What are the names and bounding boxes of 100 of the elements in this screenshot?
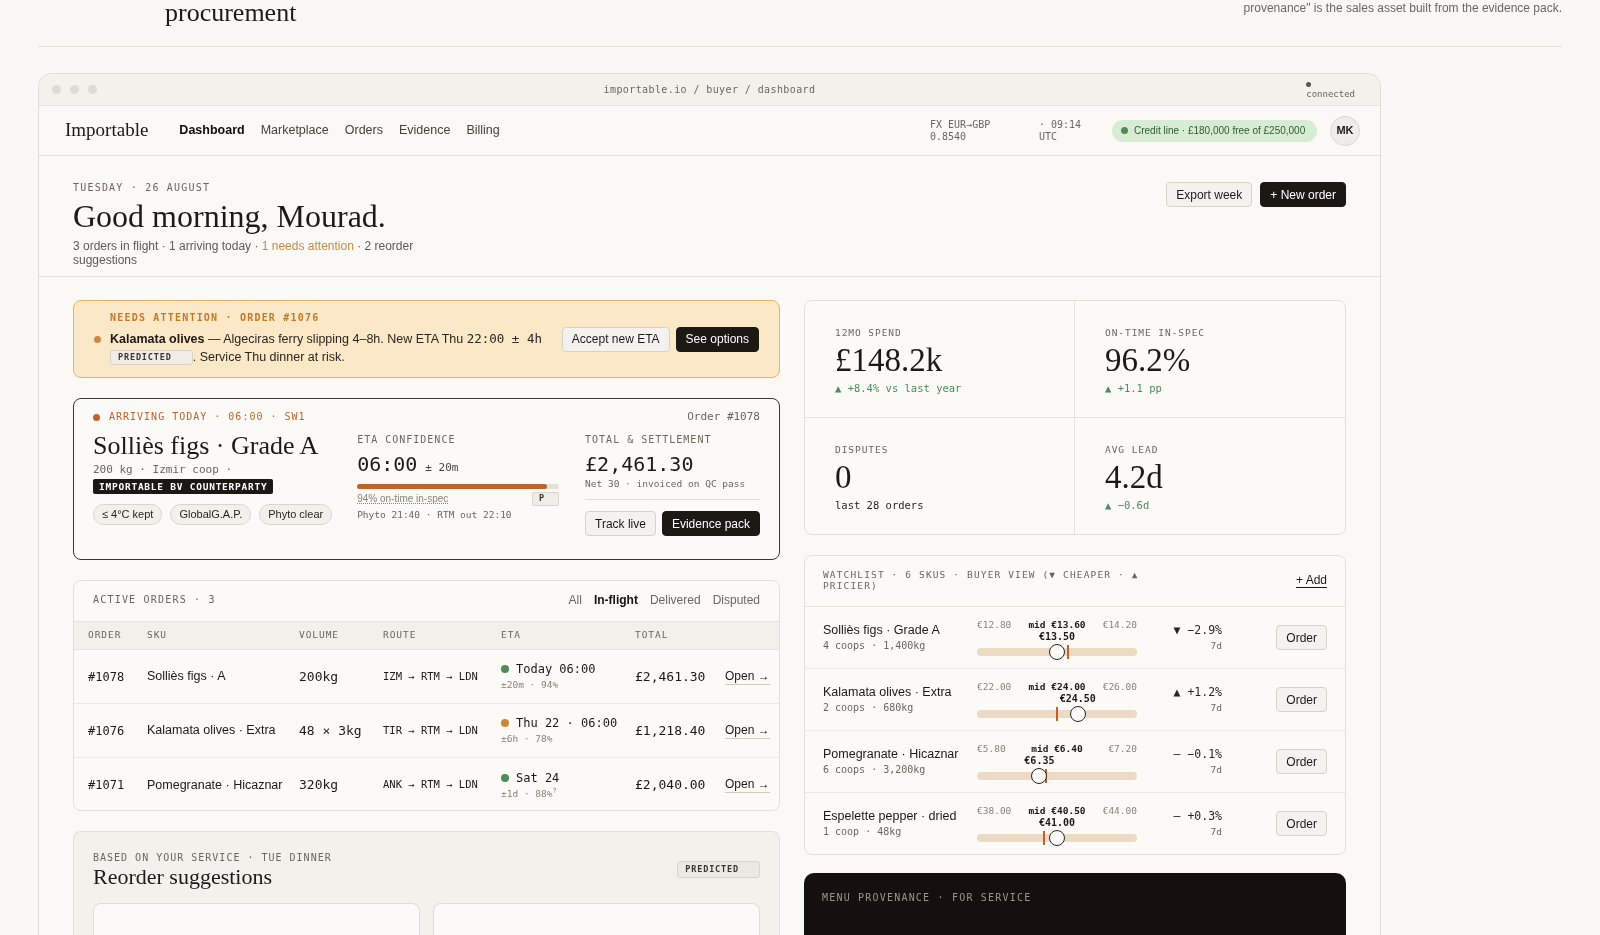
user-avatar[interactable]: MK bbox=[1330, 115, 1360, 146]
slider-thumb[interactable] bbox=[1069, 706, 1086, 722]
slider-thumb[interactable] bbox=[1049, 644, 1065, 660]
price-change: ▲ +1.2% bbox=[1173, 685, 1222, 699]
price-max: €14.20 bbox=[1102, 619, 1137, 630]
current-price: €24.50 bbox=[1059, 693, 1096, 705]
fx-rate: FX EUR→GBP 0.8540 bbox=[930, 118, 992, 143]
table-cell-text: #1071 bbox=[87, 777, 125, 794]
eta-detail: ±1d · 88%$^{?}$ bbox=[501, 787, 557, 800]
eta-text: Sat 24 bbox=[516, 770, 560, 785]
suggestion-card[interactable] bbox=[93, 903, 420, 935]
table-cell-text: £2,040.00 bbox=[635, 776, 706, 795]
brand-logo[interactable]: Importable bbox=[65, 116, 149, 145]
change-period: 7d bbox=[1210, 826, 1222, 838]
price-mid: mid €24.00 bbox=[1028, 681, 1086, 692]
price-change: — −0.1% bbox=[1173, 747, 1222, 761]
open-link[interactable]: Open → bbox=[725, 722, 770, 739]
change-period: 7d bbox=[1210, 640, 1222, 652]
table-cell-text: #1076 bbox=[87, 722, 125, 740]
order-number: Order #1078 bbox=[686, 411, 760, 423]
slider-thumb[interactable] bbox=[1049, 830, 1065, 846]
options-button[interactable]: See options bbox=[675, 326, 759, 352]
current-price: €41.00 bbox=[1038, 817, 1076, 829]
sku-name: Solliès figs · Grade A bbox=[823, 623, 941, 638]
kpi-label: AVG LEAD bbox=[1105, 443, 1160, 456]
track-button[interactable]: Track live bbox=[585, 511, 656, 536]
product-meta: 200 kg · Izmir coop · bbox=[93, 463, 233, 477]
kpi-label: 12MO SPEND bbox=[835, 327, 903, 339]
predicted-badge: PREDICTED bbox=[677, 861, 760, 878]
price-min: €38.00 bbox=[977, 805, 1012, 816]
price-min: €22.00 bbox=[977, 681, 1012, 692]
open-link[interactable]: Open → bbox=[725, 777, 770, 793]
filter-tab[interactable]: Delivered bbox=[649, 593, 701, 607]
date-label: TUESDAY · 26 AUGUST bbox=[73, 182, 212, 194]
greeting-title: Good morning, Mourad. bbox=[73, 198, 387, 234]
price-mid: mid €6.40 bbox=[1031, 743, 1083, 754]
on-time-note: 94% on-time in-spec bbox=[357, 491, 449, 505]
sku-name: Kalamata olives · Extra bbox=[823, 685, 953, 700]
product-title: Solliès figs · Grade A bbox=[93, 431, 320, 461]
kpi-delta: ▲ +8.4% vs last year bbox=[835, 382, 963, 395]
eta-detail: ±6h · 78% bbox=[501, 733, 553, 745]
kpi-value: 4.2d bbox=[1105, 458, 1164, 495]
price-max: €26.00 bbox=[1102, 681, 1137, 692]
provenance-label: MENU PROVENANCE · FOR SERVICE bbox=[822, 892, 1033, 904]
page-title: procurement bbox=[165, 0, 297, 26]
order-button[interactable]: Order bbox=[1276, 687, 1327, 712]
attention-message: Kalamata olives — Algeciras ferry slipping 4–8h. New ETA Thu 22:00 ± 4h bbox=[110, 330, 542, 348]
order-button[interactable]: Order bbox=[1276, 625, 1327, 650]
credit-line-text: Credit line · £180,000 free of £250,000 bbox=[1134, 125, 1306, 136]
certification-chip: GlobalG.A.P. bbox=[170, 504, 252, 525]
nav-link[interactable]: Evidence bbox=[398, 121, 451, 140]
slider-thumb[interactable] bbox=[1031, 768, 1048, 784]
column-header: ROUTE bbox=[383, 628, 417, 643]
table-cell: ANK → RTM → LDN bbox=[383, 777, 478, 793]
order-button[interactable]: Order bbox=[1276, 811, 1327, 836]
attention-label: NEEDS ATTENTION · ORDER #1076 bbox=[110, 312, 321, 324]
reorder-label: BASED ON YOUR SERVICE · TUE DINNER bbox=[93, 852, 332, 864]
filter-tab[interactable]: All bbox=[568, 593, 582, 607]
table-cell-text: £1,218.40 bbox=[635, 721, 706, 740]
clock-time: · 09:14 UTC bbox=[1039, 118, 1083, 143]
suggestion-card[interactable] bbox=[433, 903, 760, 935]
sku-meta: 1 coop · 48kg bbox=[823, 826, 903, 838]
attention-message-end: . Service Thu dinner at risk. bbox=[192, 349, 345, 366]
change-period: 7d bbox=[1210, 764, 1222, 776]
counterparty-tag: IMPORTABLE BV COUNTERPARTY bbox=[93, 479, 274, 494]
export-button[interactable]: Export week bbox=[1166, 182, 1253, 207]
open-link[interactable]: Open → bbox=[725, 668, 770, 685]
kpi-value: 0 bbox=[835, 458, 853, 495]
table-cell-text: TIR → RTM → LDN bbox=[383, 722, 478, 738]
price-change: — +0.3% bbox=[1173, 809, 1222, 823]
price-mid: mid €13.60 bbox=[1028, 619, 1086, 630]
add-link[interactable]: + Add bbox=[1295, 573, 1327, 588]
evidence-button[interactable]: Evidence pack bbox=[661, 511, 760, 536]
kpi-value: 96.2% bbox=[1105, 342, 1192, 378]
kpi-label: DISPUTES bbox=[835, 443, 890, 456]
eta-margin: ± 20m bbox=[425, 460, 459, 476]
nav-link[interactable]: Billing bbox=[466, 121, 500, 140]
nav-link[interactable]: Orders bbox=[344, 121, 383, 140]
eta-text: Today 06:00 bbox=[516, 662, 596, 676]
filter-tab[interactable]: In-flight bbox=[593, 593, 638, 607]
filter-tab[interactable]: Disputed bbox=[712, 593, 760, 607]
predicted-chip: P bbox=[531, 491, 560, 506]
reorder-title: Reorder suggestions bbox=[93, 864, 274, 890]
accept-eta-button[interactable]: Accept new ETA bbox=[561, 326, 670, 352]
table-cell-text: #1078 bbox=[87, 668, 125, 686]
current-price: €13.50 bbox=[1038, 631, 1076, 643]
sku-meta: 6 coops · 3,200kg bbox=[823, 764, 927, 776]
summary-text: 3 orders in flight · 1 arriving today · 1 needs attention · 2 reorder suggestions bbox=[73, 239, 415, 267]
new-order-button[interactable]: + New order bbox=[1260, 182, 1346, 207]
nav-link[interactable]: Dashboard bbox=[179, 121, 245, 140]
address-bar-url: importable.io / buyer / dashboard bbox=[603, 83, 816, 97]
table-cell-text: Kalamata olives · Extra bbox=[147, 723, 277, 738]
table-cell-text: 200kg bbox=[299, 667, 339, 686]
price-mid: mid €40.50 bbox=[1028, 805, 1086, 816]
table-cell-text: IZM → RTM → LDN bbox=[383, 668, 478, 684]
nav-link[interactable]: Marketplace bbox=[260, 121, 329, 140]
predicted-badge: PREDICTED bbox=[110, 349, 193, 365]
table-cell-text: Pomegranate · Hicaznar bbox=[147, 777, 284, 793]
kpi-value: £148.2k bbox=[835, 342, 944, 378]
order-button[interactable]: Order bbox=[1276, 749, 1327, 774]
